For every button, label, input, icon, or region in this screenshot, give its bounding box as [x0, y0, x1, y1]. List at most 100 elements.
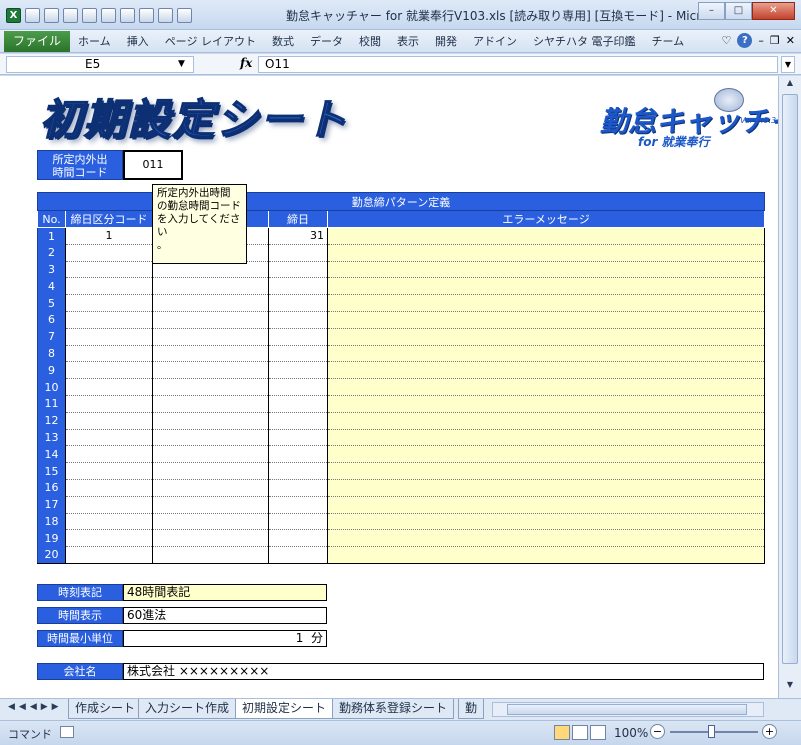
closing-day-cell[interactable] [268, 445, 328, 464]
form-icon[interactable] [158, 7, 173, 23]
vertical-scrollbar[interactable]: ▲ ▼ [779, 76, 801, 698]
closing-day-cell[interactable] [268, 345, 328, 363]
error-message-cell[interactable] [326, 378, 766, 396]
blank-cell[interactable] [152, 496, 269, 514]
blank-cell[interactable] [152, 429, 269, 447]
blank-cell[interactable] [152, 479, 269, 497]
error-message-cell[interactable] [326, 546, 766, 564]
closing-day-cell[interactable] [268, 244, 328, 262]
error-message-cell[interactable] [326, 328, 766, 346]
blank-cell[interactable] [152, 462, 269, 480]
closing-code-cell[interactable] [65, 395, 153, 413]
closing-day-cell[interactable] [268, 412, 328, 430]
closing-code-cell[interactable] [65, 529, 153, 548]
ribbon-collapse-icon[interactable]: ♡ [722, 34, 732, 47]
cursor-icon[interactable] [177, 7, 192, 23]
closing-day-cell[interactable] [268, 529, 328, 548]
blank-cell[interactable] [152, 294, 269, 312]
undo-icon[interactable] [44, 7, 59, 23]
closing-code-cell[interactable] [65, 429, 153, 447]
page-break-view-icon[interactable] [590, 725, 606, 740]
open-folder-icon[interactable] [101, 7, 116, 23]
formula-input[interactable]: O11 [258, 56, 778, 73]
code-value-cell[interactable]: 011 [123, 150, 183, 180]
closing-day-cell[interactable] [268, 546, 328, 564]
maximize-button[interactable]: □ [725, 2, 752, 20]
zoom-level[interactable]: 100% [614, 726, 648, 740]
sheet-tab-work-system[interactable]: 勤務体系登録シート [332, 699, 455, 719]
tab-page-layout[interactable]: ページ レイアウト [157, 33, 264, 49]
error-message-cell[interactable] [326, 445, 766, 464]
tab-view[interactable]: 表示 [389, 33, 427, 49]
closing-code-cell[interactable] [65, 445, 153, 464]
blank-cell[interactable] [152, 311, 269, 329]
error-message-cell[interactable] [326, 227, 766, 245]
zoom-slider-thumb[interactable] [708, 725, 715, 738]
worksheet[interactable]: 初期設定シート 勤怠キャッチャー Ver 1.0.3 for 就業奉行 所定内外… [0, 76, 779, 698]
error-message-cell[interactable] [326, 462, 766, 480]
closing-day-cell[interactable] [268, 361, 328, 380]
macro-record-icon[interactable] [60, 726, 74, 738]
normal-view-icon[interactable] [554, 725, 570, 740]
blank-cell[interactable] [152, 277, 269, 296]
closing-day-cell[interactable]: 31 [268, 227, 328, 245]
closing-code-cell[interactable] [65, 513, 153, 531]
blank-cell[interactable] [152, 529, 269, 548]
blank-cell[interactable] [152, 361, 269, 380]
vertical-scroll-thumb[interactable] [782, 94, 798, 664]
closing-code-cell[interactable] [65, 361, 153, 380]
closing-day-cell[interactable] [268, 378, 328, 396]
tab-formulas[interactable]: 数式 [264, 33, 302, 49]
scroll-up-icon[interactable]: ▲ [782, 78, 798, 92]
closing-code-cell[interactable] [65, 261, 153, 279]
tab-shachihata[interactable]: シヤチハタ 電子印鑑 [525, 33, 644, 49]
error-message-cell[interactable] [326, 412, 766, 430]
blank-cell[interactable] [152, 345, 269, 363]
sheet-nav-arrows-icon[interactable]: ◀◀◀▶▶ [8, 702, 63, 712]
help-icon[interactable]: ? [737, 33, 753, 48]
min-unit-value[interactable]: 1 分 [123, 630, 327, 647]
closing-day-cell[interactable] [268, 496, 328, 514]
closing-day-cell[interactable] [268, 294, 328, 312]
zoom-out-button[interactable]: − [650, 724, 665, 739]
workbook-restore-icon[interactable]: ❐ [770, 34, 780, 47]
blank-cell[interactable] [152, 328, 269, 346]
time-notation-value[interactable]: 48時間表記 [123, 584, 327, 601]
page-layout-view-icon[interactable] [572, 725, 588, 740]
blank-cell[interactable] [152, 412, 269, 430]
closing-day-cell[interactable] [268, 277, 328, 296]
blank-cell[interactable] [152, 445, 269, 464]
close-button[interactable]: ✕ [752, 2, 795, 20]
sheet-tab-initial-settings[interactable]: 初期設定シート [235, 699, 334, 719]
error-message-cell[interactable] [326, 311, 766, 329]
error-message-cell[interactable] [326, 395, 766, 413]
time-display-value[interactable]: 60進法 [123, 607, 327, 624]
closing-day-cell[interactable] [268, 479, 328, 497]
error-message-cell[interactable] [326, 277, 766, 296]
closing-code-cell[interactable] [65, 462, 153, 480]
company-value[interactable]: 株式会社 ××××××××× [123, 663, 764, 680]
insert-function-icon[interactable]: fx [240, 56, 252, 70]
error-message-cell[interactable] [326, 244, 766, 262]
name-box[interactable]: E5 [6, 56, 194, 73]
tab-addins[interactable]: アドイン [465, 33, 525, 49]
closing-code-cell[interactable] [65, 294, 153, 312]
tab-file[interactable]: ファイル [4, 30, 71, 52]
closing-day-cell[interactable] [268, 328, 328, 346]
name-box-dropdown-icon[interactable]: ▼ [178, 56, 185, 73]
closing-code-cell[interactable]: 1 [65, 227, 153, 245]
closing-day-cell[interactable] [268, 429, 328, 447]
error-message-cell[interactable] [326, 429, 766, 447]
zoom-in-button[interactable]: + [762, 724, 777, 739]
blank-cell[interactable] [152, 513, 269, 531]
sheet-tab-create[interactable]: 作成シート [68, 699, 143, 719]
closing-day-cell[interactable] [268, 311, 328, 329]
closing-code-cell[interactable] [65, 328, 153, 346]
closing-code-cell[interactable] [65, 496, 153, 514]
blank-cell[interactable] [152, 395, 269, 413]
sheet-tab-more[interactable]: 勤 [458, 699, 485, 719]
blank-cell[interactable] [152, 378, 269, 396]
redo-icon[interactable] [63, 7, 78, 23]
closing-day-cell[interactable] [268, 261, 328, 279]
error-message-cell[interactable] [326, 345, 766, 363]
